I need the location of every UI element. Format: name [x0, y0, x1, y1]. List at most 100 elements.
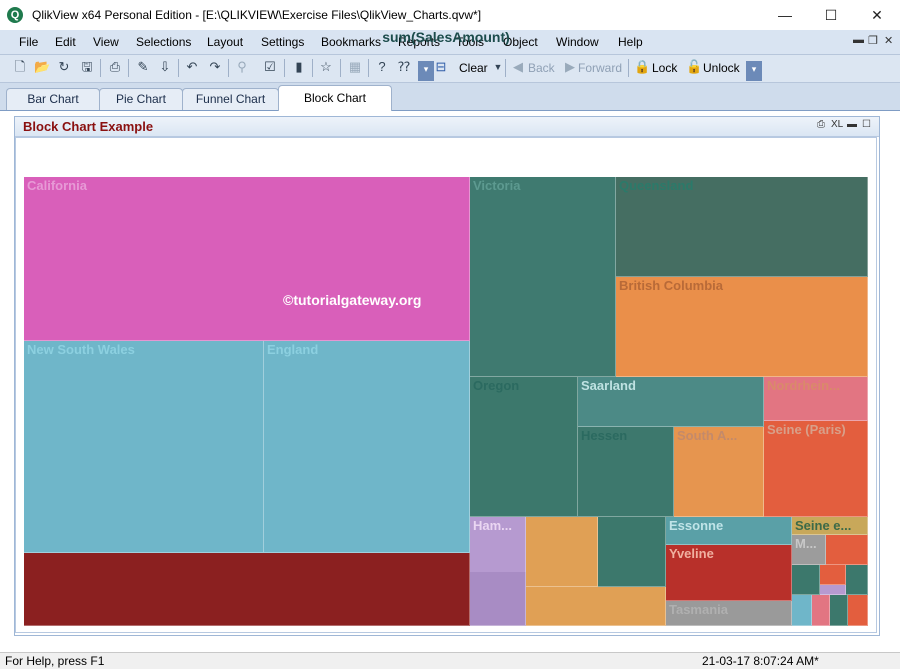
- treemap-block[interactable]: [526, 517, 598, 587]
- reload-data-icon[interactable]: ⇩: [157, 59, 173, 75]
- treemap-block-label: Hessen: [581, 428, 628, 443]
- back-arrow-icon[interactable]: ◀: [510, 59, 526, 75]
- treemap-block[interactable]: Seine (Paris): [764, 421, 868, 517]
- edit-script-icon[interactable]: ✎: [135, 59, 151, 75]
- treemap-block[interactable]: [792, 595, 812, 626]
- reload-icon[interactable]: ↻: [56, 59, 72, 75]
- unlock-icon[interactable]: 🔓: [686, 59, 702, 75]
- new-document-icon[interactable]: 🗋: [12, 59, 28, 75]
- forward-arrow-icon[interactable]: ▶: [562, 59, 578, 75]
- minimize-button[interactable]: —: [762, 0, 808, 30]
- chart-caption-title: Block Chart Example: [23, 119, 154, 134]
- treemap-block[interactable]: New South Wales: [24, 341, 264, 553]
- lock-button[interactable]: Lock: [652, 61, 677, 75]
- treemap-block-label: British Columbia: [619, 278, 724, 293]
- chart-wizard-icon[interactable]: ▮: [291, 59, 307, 75]
- toolbar-separator: [178, 59, 179, 77]
- design-grid-icon[interactable]: ▦: [347, 59, 363, 75]
- toolbar-separator: [128, 59, 129, 77]
- mdi-close-icon[interactable]: ✕: [884, 34, 893, 47]
- treemap-block[interactable]: Victoria: [470, 177, 616, 377]
- treemap-block[interactable]: Seine e...: [792, 517, 868, 535]
- treemap-block-label: New South Wales: [27, 342, 135, 357]
- toolbar-separator: [284, 59, 285, 77]
- treemap-block[interactable]: South A...: [674, 427, 764, 517]
- lock-icon[interactable]: 🔒: [634, 59, 650, 75]
- treemap-block[interactable]: [820, 565, 846, 585]
- print-icon[interactable]: ⎙: [107, 59, 123, 75]
- checkbox-icon[interactable]: ☑: [262, 59, 278, 75]
- chart-expression-title: sum(SalesAmount): [382, 29, 510, 45]
- treemap-block[interactable]: Hessen: [578, 427, 674, 517]
- tab-pie-chart[interactable]: Pie Chart: [99, 88, 183, 110]
- status-timestamp: 21-03-17 8:07:24 AM*: [702, 654, 819, 668]
- treemap-block-label: Victoria: [473, 178, 521, 193]
- tab-block-chart[interactable]: Block Chart: [278, 85, 392, 111]
- clear-dropdown-chevron-icon[interactable]: ▼: [490, 59, 506, 75]
- treemap: California New South Wales England Victoria…: [24, 177, 868, 626]
- treemap-block-label: South A...: [677, 428, 738, 443]
- treemap-block[interactable]: Nordrhein...: [764, 377, 868, 421]
- treemap-block[interactable]: California: [24, 177, 470, 341]
- treemap-block[interactable]: [470, 572, 526, 626]
- watermark: ©tutorialgateway.org: [283, 292, 422, 308]
- clear-button[interactable]: Clear: [459, 61, 488, 75]
- treemap-block[interactable]: [526, 587, 666, 626]
- toolbar-overflow-chevron-icon[interactable]: ▾: [746, 61, 762, 81]
- search-icon[interactable]: ⚲: [234, 59, 250, 75]
- open-folder-icon[interactable]: 📂: [34, 59, 50, 75]
- treemap-block[interactable]: [848, 595, 868, 626]
- close-button[interactable]: ✕: [854, 0, 900, 30]
- redo-icon[interactable]: ↷: [207, 59, 223, 75]
- tab-funnel-chart[interactable]: Funnel Chart: [182, 88, 279, 110]
- maximize-object-icon[interactable]: ☐: [862, 119, 871, 130]
- treemap-block-label: Ham...: [473, 518, 513, 533]
- save-icon[interactable]: 🖫: [79, 59, 95, 75]
- toolbar-separator: [100, 59, 101, 77]
- treemap-block-label: England: [267, 342, 319, 357]
- treemap-block[interactable]: Queensland: [616, 177, 868, 277]
- treemap-block[interactable]: Saarland: [578, 377, 764, 427]
- toolbar-separator: [228, 59, 229, 77]
- treemap-block-label: Queensland: [619, 178, 694, 193]
- treemap-block[interactable]: [826, 535, 868, 565]
- clear-icon[interactable]: ⊟: [433, 59, 449, 75]
- sheet-tabs: Bar Chart Pie Chart Funnel Chart Block C…: [0, 83, 900, 112]
- forward-button[interactable]: Forward: [578, 61, 622, 75]
- send-to-excel-button[interactable]: XL: [831, 119, 843, 130]
- treemap-block[interactable]: England: [264, 341, 470, 553]
- treemap-block[interactable]: [24, 553, 470, 626]
- maximize-button[interactable]: ☐: [808, 0, 854, 30]
- treemap-block-label: Seine (Paris): [767, 422, 846, 437]
- undo-icon[interactable]: ↶: [184, 59, 200, 75]
- treemap-block[interactable]: M...: [792, 535, 826, 565]
- bookmark-star-icon[interactable]: ☆: [318, 59, 334, 75]
- toolbar: 🗋 📂 ↻ 🖫 ⎙ ✎ ⇩ ↶ ↷ ⚲ ☑ ▮ ☆ ▦ ? ⁇ ▾ ⊟ Clea…: [0, 55, 900, 83]
- treemap-block[interactable]: [812, 595, 830, 626]
- treemap-block[interactable]: British Columbia: [616, 277, 868, 377]
- treemap-block[interactable]: Essonne: [666, 517, 792, 545]
- qlikview-logo-icon: Q: [7, 7, 23, 23]
- back-button[interactable]: Back: [528, 61, 555, 75]
- treemap-block[interactable]: Yveline: [666, 545, 792, 601]
- treemap-block[interactable]: [598, 517, 666, 587]
- tab-bar-chart[interactable]: Bar Chart: [6, 88, 100, 110]
- help-icon[interactable]: ?: [374, 59, 390, 75]
- treemap-block-label: Nordrhein...: [767, 378, 840, 393]
- context-help-icon[interactable]: ⁇: [396, 59, 412, 75]
- print-object-icon[interactable]: ⎙: [817, 119, 825, 130]
- minimize-object-icon[interactable]: ▬: [847, 119, 857, 130]
- treemap-block[interactable]: Tasmania: [666, 601, 792, 626]
- treemap-block[interactable]: Oregon: [470, 377, 578, 517]
- toolbar-separator: [312, 59, 313, 77]
- treemap-block[interactable]: [830, 595, 848, 626]
- treemap-block-label: California: [27, 178, 87, 193]
- treemap-block[interactable]: [792, 565, 820, 595]
- toolbar-overflow-chevron-icon[interactable]: ▾: [418, 61, 434, 81]
- treemap-block[interactable]: [820, 585, 846, 595]
- treemap-block[interactable]: [846, 565, 868, 595]
- status-help-text: For Help, press F1: [5, 654, 105, 668]
- unlock-button[interactable]: Unlock: [703, 61, 740, 75]
- treemap-block-label: Essonne: [669, 518, 724, 533]
- chart-caption-bar: Block Chart Example ⎙ XL ▬ ☐: [15, 117, 879, 137]
